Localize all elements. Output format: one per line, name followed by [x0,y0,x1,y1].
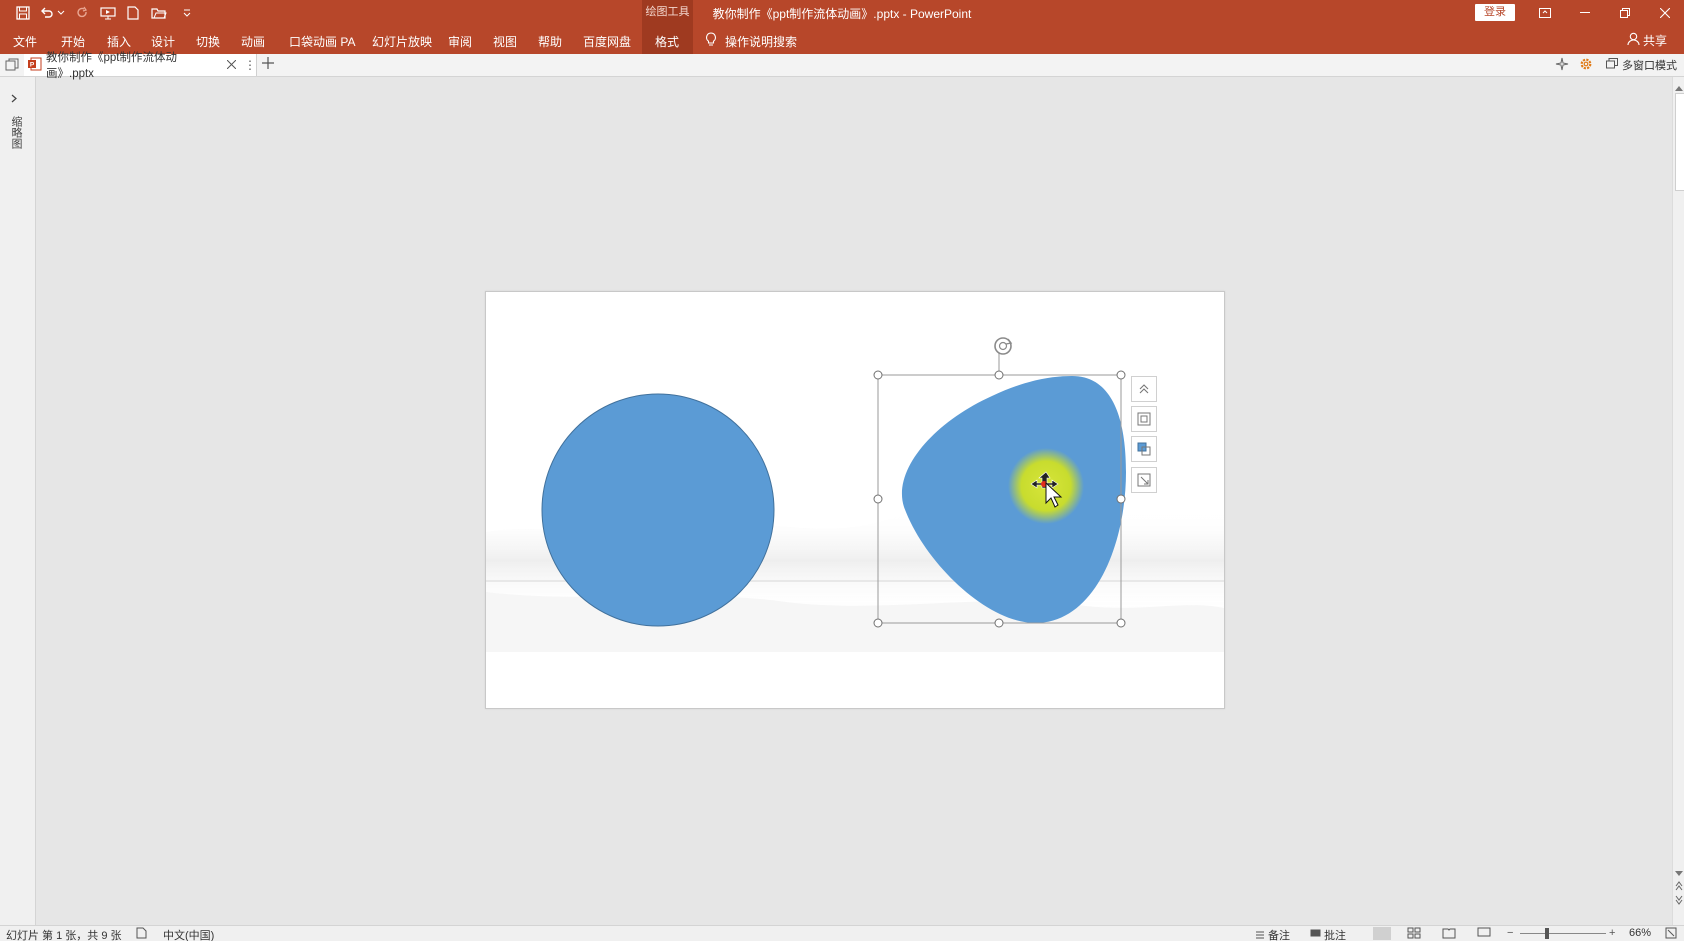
reading-view-icon[interactable] [1442,927,1456,941]
zoom-out-button[interactable]: − [1507,927,1513,939]
multi-window-mode[interactable]: 多窗口模式 [1606,57,1677,73]
next-slide-icon[interactable] [1675,894,1683,908]
scrollbar-thumb[interactable] [1675,93,1684,191]
rotate-icon[interactable] [995,338,1011,354]
notes-button[interactable]: 备注 [1255,927,1290,941]
tab-format[interactable]: 格式 [655,33,679,50]
zoom-in-button[interactable]: + [1609,927,1615,939]
title-bar: 绘图工具 教你制作《ppt制作流体动画》.pptx - PowerPoint 登… [0,0,1684,26]
scroll-down-icon[interactable] [1675,866,1683,880]
notes-label: 备注 [1268,927,1290,941]
normal-view-icon[interactable] [1373,927,1391,940]
tab-help[interactable]: 帮助 [538,33,562,50]
login-button[interactable]: 登录 [1475,4,1515,21]
zoom-slider-track[interactable] [1520,933,1606,934]
notes-icon [1255,929,1265,941]
blue-circle-shape[interactable] [542,394,774,626]
more-icon[interactable]: ⋮ [244,58,256,72]
add-tab-icon[interactable] [262,57,274,72]
svg-text:P: P [30,61,35,68]
share-label: 共享 [1643,32,1667,49]
spellcheck-icon[interactable] [136,927,148,941]
tab-design[interactable]: 设计 [151,33,175,50]
scroll-up-icon[interactable] [1675,80,1683,94]
lightbulb-icon [705,32,717,50]
comment-icon [1310,929,1321,941]
document-tab-strip: P 教你制作《ppt制作流体动画》.pptx ⋮ 多窗口模式 [0,54,1684,77]
slide-canvas[interactable] [485,291,1225,709]
comments-label: 批注 [1324,927,1346,941]
tab-insert[interactable]: 插入 [107,33,131,50]
layout-options-icon[interactable] [1131,406,1157,432]
ribbon-display-icon[interactable] [1532,3,1558,23]
tab-animations[interactable]: 动画 [241,33,265,50]
chevron-up-icon[interactable] [1131,376,1157,402]
window-title: 教你制作《ppt制作流体动画》.pptx - PowerPoint [0,5,1684,22]
language-indicator[interactable]: 中文(中国) [163,927,214,941]
status-bar: 幻灯片 第 1 张，共 9 张 中文(中国) 备注 批注 − + 66% [0,925,1684,941]
tab-transitions[interactable]: 切换 [196,33,220,50]
previous-slide-icon[interactable] [1675,880,1683,894]
slideshow-view-icon[interactable] [1477,927,1491,941]
tab-view[interactable]: 视图 [493,33,517,50]
pptx-file-icon: P [28,57,42,74]
tab-file[interactable]: 文件 [13,33,37,50]
thumbnail-pane-collapsed: 缩略图 [0,77,36,925]
document-tab[interactable]: P 教你制作《ppt制作流体动画》.pptx ⋮ [24,54,257,76]
arrange-icon[interactable] [1131,436,1157,462]
comments-button[interactable]: 批注 [1310,927,1346,941]
tell-me-label: 操作说明搜索 [725,33,797,50]
fit-to-window-icon[interactable] [1665,927,1677,941]
close-tab-icon[interactable] [227,58,236,72]
restore-icon[interactable] [1612,3,1638,23]
sorter-view-icon[interactable] [1407,927,1421,941]
slide-counter: 幻灯片 第 1 张，共 9 张 [6,927,122,941]
ribbon-tabs: 文件 开始 插入 设计 切换 动画 口袋动画 PA 幻灯片放映 审阅 视图 帮助… [0,26,1684,54]
multi-window-label: 多窗口模式 [1622,57,1677,73]
tab-list-icon[interactable] [5,58,19,75]
zoom-slider-thumb[interactable] [1545,928,1549,939]
share-button[interactable]: 共享 [1627,32,1667,49]
tab-pocket-animation[interactable]: 口袋动画 PA [289,33,355,50]
close-icon[interactable] [1652,3,1678,23]
tab-slideshow[interactable]: 幻灯片放映 [372,33,432,50]
format-icon[interactable] [1131,467,1157,493]
chevron-right-icon[interactable] [11,92,18,106]
thumbnail-label[interactable]: 缩略图 [8,116,22,149]
vertical-scrollbar[interactable] [1672,77,1684,925]
tab-review[interactable]: 审阅 [448,33,472,50]
window-icon [1606,58,1618,72]
tell-me-search[interactable]: 操作说明搜索 [705,32,797,50]
tab-home[interactable]: 开始 [61,33,85,50]
minimize-icon[interactable] [1572,3,1598,23]
slide-artwork [486,292,1224,708]
zoom-level[interactable]: 66% [1629,927,1651,939]
user-icon [1627,32,1640,49]
document-tab-name: 教你制作《ppt制作流体动画》.pptx [46,49,221,81]
tab-baidu-netdisk[interactable]: 百度网盘 [583,33,631,50]
settings-sparkle-icon[interactable] [1555,57,1569,74]
gear-icon[interactable] [1579,57,1593,74]
